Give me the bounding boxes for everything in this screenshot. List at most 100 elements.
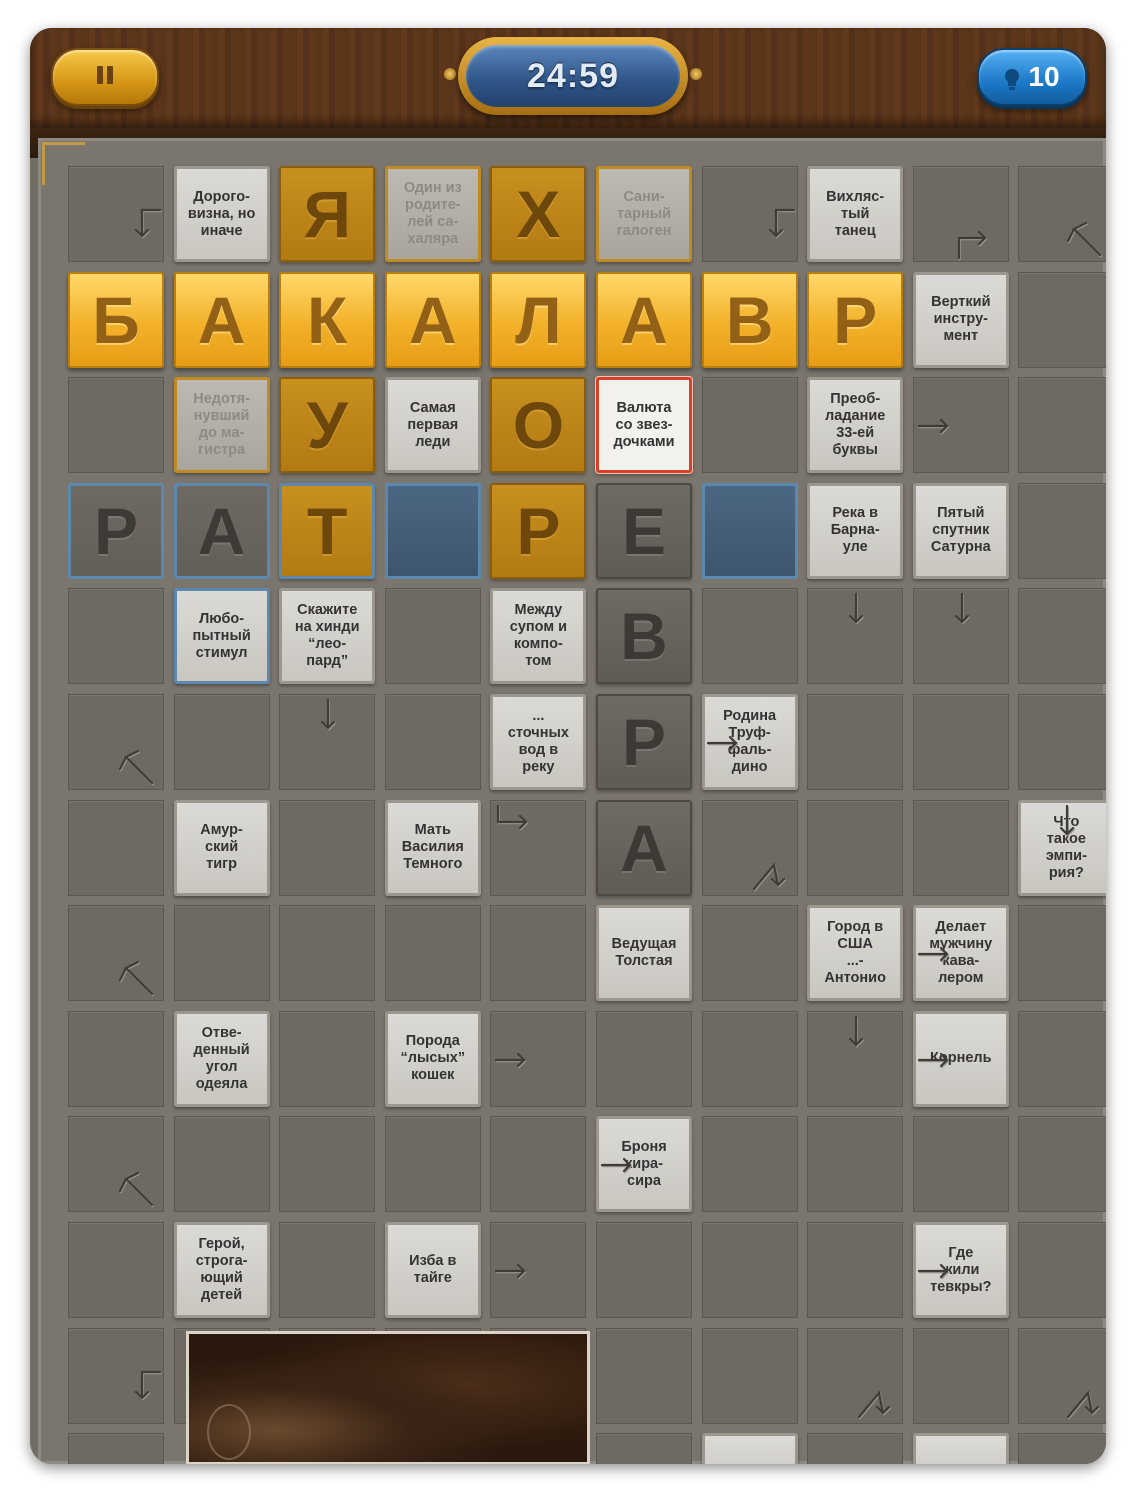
empty-cell[interactable] bbox=[807, 1433, 904, 1464]
empty-cell[interactable] bbox=[1018, 1010, 1106, 1107]
letter-cell[interactable]: А bbox=[596, 271, 692, 368]
empty-cell[interactable] bbox=[807, 799, 904, 896]
clue-cell[interactable]: Изба в тайге bbox=[384, 1222, 481, 1318]
clue-cell[interactable]: У какого bbox=[701, 1433, 798, 1464]
empty-cell[interactable] bbox=[384, 1116, 481, 1213]
empty-cell[interactable] bbox=[596, 1222, 692, 1318]
empty-cell[interactable] bbox=[912, 799, 1009, 896]
clue-cell[interactable]: Один из родите- лей са- халяра bbox=[384, 166, 481, 262]
empty-cell[interactable] bbox=[279, 1222, 376, 1318]
clue-cell[interactable]: Герой, строга- ющий детей bbox=[173, 1222, 270, 1318]
empty-cell[interactable] bbox=[1018, 1222, 1106, 1318]
empty-cell[interactable] bbox=[1018, 1433, 1106, 1464]
empty-cell[interactable] bbox=[173, 1116, 270, 1213]
letter-cell[interactable]: Л bbox=[490, 271, 587, 368]
empty-cell[interactable] bbox=[68, 588, 164, 685]
empty-cell[interactable] bbox=[1018, 377, 1106, 474]
letter-cell[interactable]: А bbox=[173, 482, 270, 579]
letter-cell[interactable]: К bbox=[279, 271, 376, 368]
letter-cell[interactable]: Р bbox=[68, 482, 164, 579]
letter-cell[interactable]: Р bbox=[807, 271, 904, 368]
hints-button[interactable]: 10 bbox=[977, 48, 1087, 106]
clue-cell[interactable]: Мать Василия Темного bbox=[384, 799, 481, 896]
letter-cell[interactable]: Р bbox=[490, 482, 587, 579]
empty-cell[interactable] bbox=[1018, 905, 1106, 1002]
empty-cell[interactable] bbox=[173, 694, 270, 790]
letter-cell[interactable]: Х bbox=[490, 166, 587, 262]
empty-cell[interactable] bbox=[912, 694, 1009, 790]
empty-cell[interactable] bbox=[384, 905, 481, 1002]
empty-cell[interactable] bbox=[68, 1010, 164, 1107]
empty-cell[interactable] bbox=[68, 799, 164, 896]
empty-cell[interactable] bbox=[701, 1222, 798, 1318]
letter-cell[interactable]: Б bbox=[68, 271, 164, 368]
picture-clue[interactable] bbox=[186, 1331, 590, 1464]
empty-cell[interactable] bbox=[701, 588, 798, 685]
clue-cell[interactable]: Ведущая Толстая bbox=[596, 905, 692, 1002]
empty-cell[interactable] bbox=[701, 905, 798, 1002]
pause-button[interactable] bbox=[51, 48, 159, 106]
empty-cell[interactable] bbox=[596, 1010, 692, 1107]
clue-cell[interactable]: Самая первая леди bbox=[384, 377, 481, 474]
empty-cell[interactable] bbox=[701, 1010, 798, 1107]
letter-cell[interactable]: Р bbox=[596, 694, 692, 790]
letter-cell[interactable]: А bbox=[384, 271, 481, 368]
empty-cell[interactable] bbox=[596, 1433, 692, 1464]
empty-cell[interactable] bbox=[807, 694, 904, 790]
clue-cell[interactable]: Отве- денный угол одеяла bbox=[173, 1010, 270, 1107]
clue-cell[interactable]: Вихляс- тый танец bbox=[807, 166, 904, 262]
empty-cell[interactable] bbox=[807, 1116, 904, 1213]
letter-cell[interactable]: У bbox=[279, 377, 376, 474]
empty-cell[interactable] bbox=[384, 694, 481, 790]
clue-cell[interactable]: Люба в bbox=[912, 1433, 1009, 1464]
empty-cell[interactable] bbox=[68, 1222, 164, 1318]
empty-cell[interactable] bbox=[701, 377, 798, 474]
clue-cell[interactable]: Преоб- ладание 33-ей буквы bbox=[807, 377, 904, 474]
empty-cell[interactable] bbox=[807, 1222, 904, 1318]
clue-cell[interactable]: Верткий инстру- мент bbox=[912, 271, 1009, 368]
clue-cell[interactable]: Город в США ...- Антонио bbox=[807, 905, 904, 1002]
empty-cell[interactable] bbox=[1018, 271, 1106, 368]
empty-cell[interactable] bbox=[279, 799, 376, 896]
letter-cell[interactable]: Е bbox=[596, 482, 692, 579]
empty-cell[interactable] bbox=[68, 377, 164, 474]
clue-cell[interactable]: Река в Барна- уле bbox=[807, 482, 904, 579]
letter-cell[interactable]: О bbox=[490, 377, 587, 474]
letter-cell[interactable]: Я bbox=[279, 166, 376, 262]
empty-cell[interactable] bbox=[279, 905, 376, 1002]
empty-cell[interactable] bbox=[912, 1116, 1009, 1213]
clue-cell[interactable]: Скажите на хинди “лео- пард” bbox=[279, 588, 376, 685]
clue-cell[interactable]: Амур- ский тигр bbox=[173, 799, 270, 896]
empty-cell[interactable] bbox=[173, 905, 270, 1002]
empty-answer-cell[interactable] bbox=[384, 482, 481, 579]
empty-cell[interactable] bbox=[912, 1327, 1009, 1424]
empty-cell[interactable] bbox=[1018, 588, 1106, 685]
empty-cell[interactable] bbox=[68, 1433, 164, 1464]
clue-cell[interactable]: Валюта со звез- дочками bbox=[596, 377, 692, 474]
clue-cell[interactable]: Недотя- нувший до ма- гистра bbox=[173, 377, 270, 474]
clue-cell[interactable]: Пятый спутник Сатурна bbox=[912, 482, 1009, 579]
empty-cell[interactable] bbox=[701, 1116, 798, 1213]
empty-cell[interactable] bbox=[490, 1116, 587, 1213]
empty-cell[interactable] bbox=[596, 1327, 692, 1424]
letter-cell[interactable]: В bbox=[701, 271, 798, 368]
letter-cell[interactable]: А bbox=[173, 271, 270, 368]
empty-cell[interactable] bbox=[279, 1116, 376, 1213]
empty-cell[interactable] bbox=[1018, 482, 1106, 579]
letter-cell[interactable]: В bbox=[596, 588, 692, 685]
empty-cell[interactable] bbox=[490, 905, 587, 1002]
empty-cell[interactable] bbox=[384, 588, 481, 685]
empty-answer-cell[interactable] bbox=[701, 482, 798, 579]
clue-cell[interactable]: Любо- пытный стимул bbox=[173, 588, 270, 685]
clue-cell[interactable]: ... сточных вод в реку bbox=[490, 694, 587, 790]
clue-cell[interactable]: Порода “лысых” кошек bbox=[384, 1010, 481, 1107]
empty-cell[interactable] bbox=[1018, 1116, 1106, 1213]
empty-cell[interactable] bbox=[701, 1327, 798, 1424]
clue-cell[interactable]: Дорого- визна, но иначе bbox=[173, 166, 270, 262]
empty-cell[interactable] bbox=[279, 1010, 376, 1107]
clue-cell[interactable]: Между супом и компо- том bbox=[490, 588, 587, 685]
clue-cell[interactable]: Сани- тарный галоген bbox=[596, 166, 692, 262]
letter-cell[interactable]: А bbox=[596, 799, 692, 896]
letter-cell[interactable]: Т bbox=[279, 482, 376, 579]
empty-cell[interactable] bbox=[1018, 694, 1106, 790]
